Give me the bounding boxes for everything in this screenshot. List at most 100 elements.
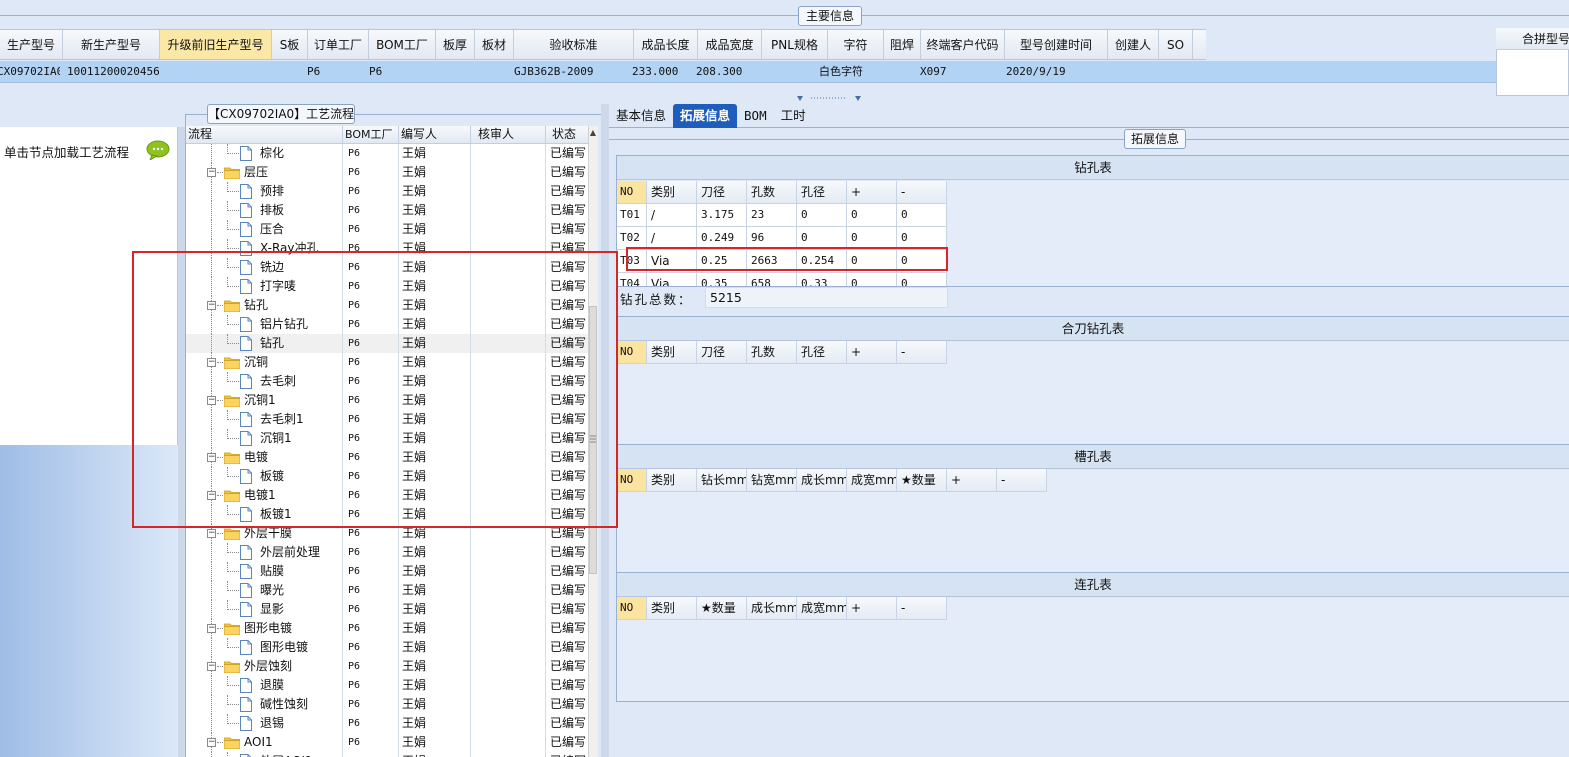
table-header-cell[interactable]: 孔数 [747, 341, 797, 364]
table-header-cell[interactable]: 孔数 [747, 181, 797, 204]
flow-node-label[interactable]: 退膜 [260, 676, 284, 695]
table-header-cell[interactable]: 钻长mm [697, 469, 747, 492]
flow-row[interactable]: 压合 P6 王娟 已编写 [186, 220, 597, 239]
drill-total-field[interactable]: 5215 [705, 287, 948, 308]
col-header-board-material[interactable]: 板材 [475, 30, 514, 59]
table-header-cell[interactable]: - [897, 181, 947, 204]
flow-node-label[interactable]: 曝光 [260, 581, 284, 600]
col-header-end-customer-code[interactable]: 终端客户代码 [921, 30, 1005, 59]
flow-row[interactable]: 退膜 P6 王娟 已编写 [186, 676, 597, 695]
col-header-production-model[interactable]: 生产型号 [0, 30, 63, 59]
col-header-finished-width[interactable]: 成品宽度 [698, 30, 762, 59]
flow-row[interactable]: 外层前处理 P6 王娟 已编写 [186, 543, 597, 562]
flow-node-label[interactable]: 预排 [260, 182, 284, 201]
flow-row[interactable]: 预排 P6 王娟 已编写 [186, 182, 597, 201]
table-header-cell[interactable]: - [897, 341, 947, 364]
flow-row[interactable]: 外层AOI1P6王娟已编写 [186, 752, 597, 757]
col-header-model-created-time[interactable]: 型号创建时间 [1005, 30, 1108, 59]
table-header-cell[interactable]: ★数量 [697, 597, 747, 620]
flow-node-label[interactable]: AOI1 [244, 733, 273, 752]
combined-model-header[interactable]: 合拼型号 [1496, 28, 1569, 50]
collapse-toggle-icon[interactable]: − [207, 529, 216, 538]
col-header-order-factory[interactable]: 订单工厂 [308, 30, 369, 59]
table-header-cell[interactable]: + [847, 597, 897, 620]
flow-node-label[interactable]: 棕化 [260, 144, 284, 163]
col-header-solder-mask[interactable]: 阻焊 [884, 30, 921, 59]
flow-node-label[interactable]: 层压 [244, 163, 268, 182]
flow-node-label[interactable]: 碱性蚀刻 [260, 695, 308, 714]
flow-col-writer[interactable]: 编写人 [399, 126, 471, 143]
table-header-cell[interactable]: 刀径 [697, 181, 747, 204]
col-header-creator[interactable]: 创建人 [1108, 30, 1159, 59]
table-header-cell[interactable]: 成长mm [747, 597, 797, 620]
flow-row[interactable]: − AOI1 P6 王娟 已编写 [186, 733, 597, 752]
table-header-cell[interactable]: 钻宽mm [747, 469, 797, 492]
flow-row[interactable]: 排板 P6 王娟 已编写 [186, 201, 597, 220]
flow-row[interactable]: − 图形电镀 P6 王娟 已编写 [186, 619, 597, 638]
flow-row[interactable]: 退锡 P6 王娟 已编写 [186, 714, 597, 733]
flow-col-process[interactable]: 流程 [186, 126, 343, 143]
col-header-finished-length[interactable]: 成品长度 [634, 30, 698, 59]
collapse-toggle-icon[interactable]: − [207, 662, 216, 671]
table-header-cell[interactable]: 类别 [647, 341, 697, 364]
collapse-toggle-icon[interactable]: − [207, 624, 216, 633]
table-header-cell[interactable]: 成宽mm [847, 469, 897, 492]
table-row[interactable]: T01/3.175 23 0 0 0 [617, 204, 947, 227]
table-header-cell[interactable]: + [847, 341, 897, 364]
collapse-toggle-icon[interactable]: − [207, 738, 216, 747]
col-header-s-board[interactable]: S板 [272, 30, 308, 59]
table-header-cell[interactable]: + [847, 181, 897, 204]
table-header-cell[interactable]: 类别 [647, 469, 697, 492]
tab-bom[interactable]: BOM [737, 104, 774, 128]
col-header-so[interactable]: SO [1159, 30, 1193, 59]
flow-row[interactable]: 显影 P6 王娟 已编写 [186, 600, 597, 619]
table-header-cell[interactable]: - [997, 469, 1047, 492]
flow-row[interactable]: 图形电镀 P6 王娟 已编写 [186, 638, 597, 657]
table-header-cell[interactable]: - [897, 597, 947, 620]
table-header-cell[interactable]: 类别 [647, 597, 697, 620]
table-header-cell[interactable]: 类别 [647, 181, 697, 204]
col-header-new-production-model[interactable]: 新生产型号 [63, 30, 160, 59]
flow-node-label[interactable]: 外层蚀刻 [244, 657, 292, 676]
table-header-cell[interactable]: NO [617, 597, 647, 620]
flow-node-label[interactable]: 外层前处理 [260, 543, 320, 562]
col-header-acceptance-standard[interactable]: 验收标准 [514, 30, 634, 59]
main-info-data-row[interactable]: CX09702IA0 10011200020456 P6 P6 GJB362B-… [0, 61, 1496, 83]
col-header-pnl-spec[interactable]: PNL规格 [762, 30, 828, 59]
col-header-legend[interactable]: 字符 [828, 30, 884, 59]
flow-node-label[interactable]: 排板 [260, 201, 284, 220]
flow-node-label[interactable]: 显影 [260, 600, 284, 619]
table-header-cell[interactable]: 孔径 [797, 181, 847, 204]
col-header-old-production-model[interactable]: 升级前旧生产型号 [160, 30, 272, 59]
col-header-board-thickness[interactable]: 板厚 [436, 30, 475, 59]
table-row[interactable]: T04 Via 0.35 658 0.33 0 0 [617, 273, 947, 286]
table-header-cell[interactable]: + [947, 469, 997, 492]
table-header-cell[interactable]: 刀径 [697, 341, 747, 364]
flow-row[interactable]: 曝光 P6 王娟 已编写 [186, 581, 597, 600]
flow-node-label[interactable]: 外层AOI1 [260, 752, 313, 757]
flow-row[interactable]: 碱性蚀刻 P6 王娟 已编写 [186, 695, 597, 714]
link-table[interactable]: NO 类别 ★数量 成长mm 成宽mm + - [617, 597, 947, 620]
slot-table[interactable]: NO 类别 钻长mm 钻宽mm 成长mm 成宽mm ★数量 + - [617, 469, 1047, 492]
flow-node-label[interactable]: 图形电镀 [244, 619, 292, 638]
flow-node-label[interactable]: 退锡 [260, 714, 284, 733]
splitter-grip-icon[interactable] [797, 96, 861, 102]
table-header-cell[interactable]: NO [617, 469, 647, 492]
table-header-cell[interactable]: ★数量 [897, 469, 947, 492]
flow-node-label[interactable]: 图形电镀 [260, 638, 308, 657]
flow-col-bom-factory[interactable]: BOM工厂 [343, 126, 399, 143]
flow-node-label[interactable]: 贴膜 [260, 562, 284, 581]
flow-node-label[interactable]: 压合 [260, 220, 284, 239]
combo-drill-table[interactable]: NO 类别 刀径 孔数 孔径 + - [617, 341, 947, 364]
table-header-cell[interactable]: NO [617, 181, 647, 204]
scroll-up-arrow-icon[interactable]: ▲ [588, 128, 598, 140]
flow-col-reviewer[interactable]: 核审人 [471, 126, 546, 143]
col-header-bom-factory[interactable]: BOM工厂 [369, 30, 436, 59]
tab-work-hours[interactable]: 工时 [774, 104, 813, 128]
table-header-cell[interactable]: 成长mm [797, 469, 847, 492]
table-header-cell[interactable]: NO [617, 341, 647, 364]
table-header-cell[interactable]: 孔径 [797, 341, 847, 364]
table-header-cell[interactable]: 成宽mm [797, 597, 847, 620]
tab-basic-info[interactable]: 基本信息 [609, 104, 673, 128]
flow-row[interactable]: 贴膜 P6 王娟 已编写 [186, 562, 597, 581]
